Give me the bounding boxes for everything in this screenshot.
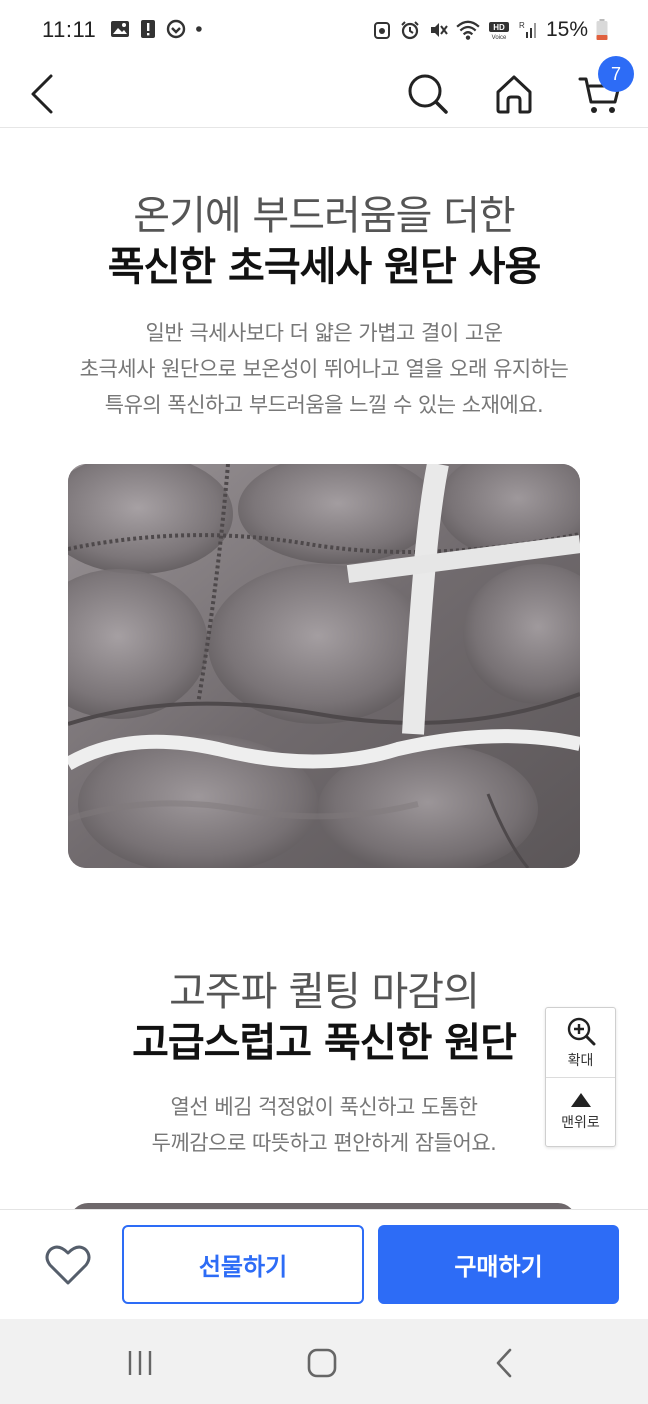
svg-text:HD: HD [493, 23, 505, 32]
status-right-icons: HD Voice R 15% [372, 18, 608, 42]
recent-apps-button[interactable] [118, 1341, 162, 1385]
recycle-icon [373, 22, 390, 39]
alert-icon [141, 20, 155, 38]
image-icon [111, 21, 129, 37]
mute-icon [430, 23, 448, 37]
heart-icon [45, 1245, 91, 1285]
battery-icon [596, 19, 608, 40]
pay-icon [166, 19, 186, 39]
gift-button[interactable]: 선물하기 [122, 1225, 364, 1304]
purchase-action-bar: 선물하기 구매하기 [0, 1209, 648, 1319]
section1-desc-line: 초극세사 원단으로 보온성이 뛰어나고 열을 오래 유지하는 [79, 357, 569, 381]
back-arrow-icon [31, 74, 53, 114]
section1-description: 일반 극세사보다 더 얇은 가볍고 결이 고운 초극세사 원단으로 보온성이 뛰… [0, 315, 648, 423]
scroll-to-top-button[interactable]: 맨위로 [546, 1077, 615, 1146]
fabric-closeup-image [68, 464, 580, 868]
search-button[interactable] [400, 66, 456, 122]
cart-button[interactable]: 7 [572, 56, 634, 122]
dot-icon [196, 26, 202, 32]
signal-icon: R [519, 21, 536, 38]
status-left-icons [110, 18, 208, 40]
floating-tools-panel: 확대 맨위로 [545, 1007, 616, 1147]
home-system-button[interactable] [300, 1341, 344, 1385]
alarm-icon [401, 21, 419, 40]
section1-heading-light: 온기에 부드러움을 더한 [133, 193, 515, 239]
hd-voice-icon: HD Voice [488, 22, 509, 41]
scroll-to-top-label: 맨위로 [561, 1115, 600, 1131]
search-icon [408, 74, 448, 114]
section1-heading-bold: 폭신한 초극세사 원단 사용 [107, 244, 542, 290]
wishlist-button[interactable] [44, 1243, 92, 1287]
back-system-button[interactable] [482, 1341, 526, 1385]
home-square-icon [307, 1348, 337, 1378]
back-button[interactable] [14, 66, 70, 122]
recent-apps-icon [128, 1351, 152, 1375]
svg-text:R: R [519, 21, 525, 30]
zoom-button[interactable]: 확대 [546, 1008, 615, 1077]
wifi-icon [456, 20, 480, 40]
section-fabric-softness: 온기에 부드러움을 더한 폭신한 초극세사 원단 사용 일반 극세사보다 더 얇… [0, 191, 648, 423]
back-chevron-icon [496, 1348, 512, 1378]
home-button[interactable] [486, 66, 542, 122]
quilted-fabric-illustration [68, 464, 580, 868]
cart-count-badge: 7 [598, 56, 634, 92]
section1-desc-line: 특유의 폭신하고 부드러움을 느낄 수 있는 소재에요. [104, 393, 544, 417]
status-time: 11:11 [42, 17, 97, 42]
top-nav-bar: 7 [0, 56, 648, 128]
status-bar: 11:11 HD Voice R 15% [0, 0, 648, 60]
zoom-label: 확대 [567, 1052, 594, 1069]
svg-text:Voice: Voice [492, 35, 507, 41]
system-nav-bar [0, 1319, 648, 1404]
section1-desc-line: 일반 극세사보다 더 얇은 가볍고 결이 고운 [145, 321, 504, 345]
zoom-in-icon [567, 1017, 595, 1045]
home-icon [496, 75, 532, 114]
buy-button[interactable]: 구매하기 [378, 1225, 619, 1304]
triangle-up-icon [570, 1093, 591, 1107]
battery-percent: 15% [545, 18, 588, 41]
